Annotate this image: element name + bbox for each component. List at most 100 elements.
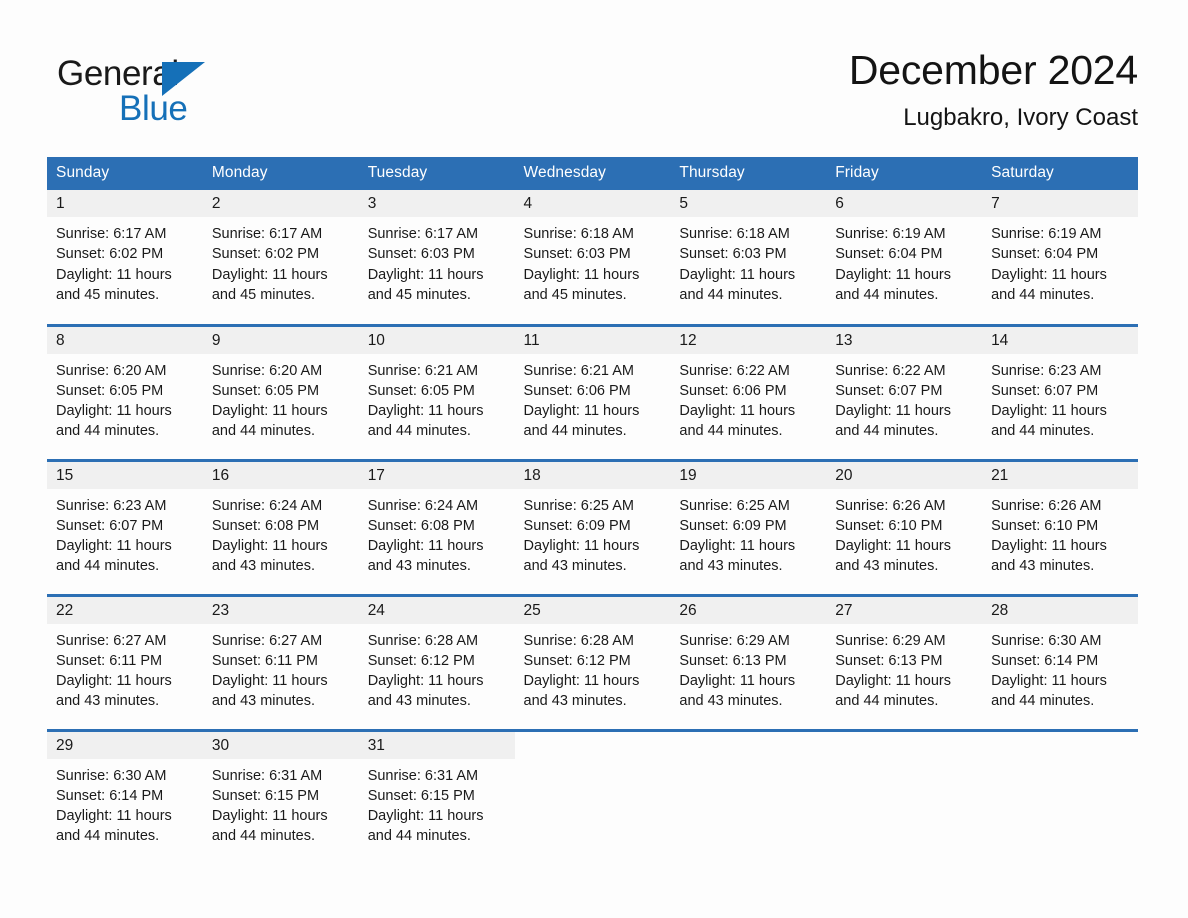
- calendar-day-cell[interactable]: 23 Sunrise: 6:27 AM Sunset: 6:11 PM Dayligh…: [202, 593, 359, 730]
- daylight-duration: Daylight: 11 hours and 44 minutes.: [835, 266, 952, 303]
- day-sun-info: Sunrise: 6:27 AM Sunset: 6:11 PM Daylight:…: [203, 624, 359, 712]
- day-number: 7: [982, 190, 1138, 217]
- calendar-day-cell[interactable]: 2 Sunrise: 6:17 AM Sunset: 6:02 PM Daylight…: [202, 190, 359, 325]
- day-number: 25: [514, 596, 671, 624]
- calendar-day-cell[interactable]: 16 Sunrise: 6:24 AM Sunset: 6:08 PM Dayligh…: [202, 458, 359, 595]
- sunrise-time: Sunrise: 6:17 AM: [211, 226, 323, 242]
- day-number: 26: [670, 596, 827, 624]
- weekday-header-monday: Monday: [202, 157, 359, 190]
- day-sun-info: Sunrise: 6:17 AM Sunset: 6:03 PM Daylight:…: [359, 217, 515, 305]
- sunset-time: Sunset: 6:07 PM: [991, 382, 1099, 399]
- calendar-day-cell[interactable]: 5 Sunrise: 6:18 AM Sunset: 6:03 PM Daylight…: [670, 190, 827, 325]
- day-number: 27: [826, 596, 983, 624]
- generalblue-logo[interactable]: General Blue: [57, 54, 317, 134]
- sunrise-time: Sunrise: 6:17 AM: [367, 226, 479, 242]
- sunrise-time: Sunrise: 6:24 AM: [211, 497, 323, 514]
- calendar-day-cell[interactable]: 30 Sunrise: 6:31 AM Sunset: 6:15 PM Dayligh…: [202, 728, 359, 865]
- sunset-time: Sunset: 6:07 PM: [56, 517, 164, 534]
- calendar-day-cell[interactable]: 1 Sunrise: 6:17 AM Sunset: 6:02 PM Daylight…: [47, 190, 203, 325]
- sunset-time: Sunset: 6:12 PM: [523, 652, 631, 669]
- day-sun-info: Sunrise: 6:18 AM Sunset: 6:03 PM Daylight:…: [670, 217, 826, 305]
- sunset-time: Sunset: 6:09 PM: [679, 517, 787, 534]
- calendar-day-cell[interactable]: 29 Sunrise: 6:30 AM Sunset: 6:14 PM Dayligh…: [47, 728, 203, 865]
- calendar-day-cell[interactable]: 7 Sunrise: 6:19 AM Sunset: 6:04 PM Daylight…: [982, 190, 1138, 325]
- day-sun-info: Sunrise: 6:28 AM Sunset: 6:12 PM Daylight:…: [515, 624, 671, 712]
- day-sun-info: Sunrise: 6:31 AM Sunset: 6:15 PM Daylight:…: [359, 759, 515, 847]
- sunrise-time: Sunrise: 6:27 AM: [211, 632, 323, 649]
- daylight-duration: Daylight: 11 hours and 44 minutes.: [679, 266, 796, 303]
- calendar-day-cell[interactable]: 21 Sunrise: 6:26 AM Sunset: 6:10 PM Dayligh…: [982, 458, 1138, 595]
- calendar-day-cell[interactable]: 12 Sunrise: 6:22 AM Sunset: 6:06 PM Dayligh…: [670, 323, 827, 460]
- calendar-day-cell[interactable]: 27 Sunrise: 6:29 AM Sunset: 6:13 PM Dayligh…: [826, 593, 983, 730]
- daylight-duration: Daylight: 11 hours and 44 minutes.: [991, 266, 1107, 303]
- daylight-duration: Daylight: 11 hours and 44 minutes.: [679, 403, 796, 440]
- weekday-header-sunday: Sunday: [47, 157, 203, 190]
- calendar-day-cell[interactable]: 13 Sunrise: 6:22 AM Sunset: 6:07 PM Dayligh…: [826, 323, 983, 460]
- sunset-time: Sunset: 6:14 PM: [56, 787, 164, 804]
- sunrise-time: Sunrise: 6:30 AM: [991, 632, 1102, 649]
- sunset-time: Sunset: 6:08 PM: [367, 517, 475, 534]
- day-sun-info: Sunrise: 6:23 AM Sunset: 6:07 PM Daylight:…: [982, 354, 1138, 442]
- sunset-time: Sunset: 6:07 PM: [835, 382, 943, 399]
- day-sun-info: Sunrise: 6:20 AM Sunset: 6:05 PM Daylight:…: [47, 354, 203, 442]
- calendar-day-cell[interactable]: 14 Sunrise: 6:23 AM Sunset: 6:07 PM Dayligh…: [982, 323, 1138, 460]
- calendar-day-cell[interactable]: 6 Sunrise: 6:19 AM Sunset: 6:04 PM Daylight…: [826, 190, 983, 325]
- calendar-day-cell[interactable]: 17 Sunrise: 6:24 AM Sunset: 6:08 PM Dayligh…: [358, 458, 515, 595]
- calendar-day-cell[interactable]: 19 Sunrise: 6:25 AM Sunset: 6:09 PM Dayligh…: [670, 458, 827, 595]
- calendar-day-cell[interactable]: 8 Sunrise: 6:20 AM Sunset: 6:05 PM Daylight…: [47, 323, 203, 460]
- sunset-time: Sunset: 6:06 PM: [523, 382, 631, 399]
- calendar-day-cell[interactable]: 24 Sunrise: 6:28 AM Sunset: 6:12 PM Dayligh…: [358, 593, 515, 730]
- daylight-duration: Daylight: 11 hours and 43 minutes.: [56, 673, 172, 710]
- sunrise-time: Sunrise: 6:30 AM: [56, 767, 167, 784]
- daylight-duration: Daylight: 11 hours and 44 minutes.: [835, 403, 952, 440]
- sunset-time: Sunset: 6:05 PM: [56, 382, 164, 399]
- calendar-day-cell[interactable]: 18 Sunrise: 6:25 AM Sunset: 6:09 PM Dayligh…: [514, 458, 671, 595]
- sunset-time: Sunset: 6:02 PM: [211, 246, 320, 263]
- day-number: 6: [826, 190, 983, 217]
- location-subtitle: Lugbakro, Ivory Coast: [903, 104, 1138, 131]
- day-number: [826, 785, 982, 812]
- day-sun-info: Sunrise: 6:23 AM Sunset: 6:07 PM Daylight:…: [47, 489, 203, 577]
- calendar-day-cell[interactable]: 15 Sunrise: 6:23 AM Sunset: 6:07 PM Dayligh…: [47, 458, 203, 595]
- calendar-day-cell[interactable]: 26 Sunrise: 6:29 AM Sunset: 6:13 PM Dayligh…: [670, 593, 827, 730]
- day-sun-info: Sunrise: 6:29 AM Sunset: 6:13 PM Daylight:…: [826, 624, 982, 712]
- sunset-time: Sunset: 6:13 PM: [679, 652, 787, 669]
- day-sun-info: Sunrise: 6:31 AM Sunset: 6:15 PM Daylight:…: [203, 759, 359, 847]
- sunrise-time: Sunrise: 6:29 AM: [679, 632, 790, 649]
- day-sun-info: Sunrise: 6:17 AM Sunset: 6:02 PM Daylight:…: [203, 217, 359, 305]
- daylight-duration: Daylight: 11 hours and 44 minutes.: [835, 673, 952, 710]
- weekday-header-friday: Friday: [826, 157, 983, 190]
- calendar-day-cell[interactable]: 11 Sunrise: 6:21 AM Sunset: 6:06 PM Dayligh…: [514, 323, 671, 460]
- calendar-day-cell[interactable]: 9 Sunrise: 6:20 AM Sunset: 6:05 PM Daylight…: [202, 323, 359, 460]
- calendar-empty-cell: [514, 728, 671, 865]
- calendar-table: Sunday Monday Tuesday Wednesday Thursday Frid…: [47, 157, 1138, 865]
- day-number: 1: [47, 190, 203, 217]
- sunrise-time: Sunrise: 6:18 AM: [679, 226, 790, 242]
- day-number: 10: [358, 326, 515, 354]
- calendar-day-cell[interactable]: 25 Sunrise: 6:28 AM Sunset: 6:12 PM Dayligh…: [514, 593, 671, 730]
- calendar-day-cell[interactable]: 28 Sunrise: 6:30 AM Sunset: 6:14 PM Dayligh…: [982, 593, 1138, 730]
- calendar-empty-cell: [826, 728, 983, 865]
- calendar-day-cell[interactable]: 10 Sunrise: 6:21 AM Sunset: 6:05 PM Dayligh…: [358, 323, 515, 460]
- calendar-day-cell[interactable]: 22 Sunrise: 6:27 AM Sunset: 6:11 PM Dayligh…: [47, 593, 203, 730]
- sunset-time: Sunset: 6:05 PM: [211, 382, 320, 399]
- weekday-header-thursday: Thursday: [670, 157, 827, 190]
- day-number: 11: [514, 326, 671, 354]
- sunrise-time: Sunrise: 6:26 AM: [835, 497, 946, 514]
- daylight-duration: Daylight: 11 hours and 43 minutes.: [679, 538, 796, 575]
- day-sun-info: Sunrise: 6:29 AM Sunset: 6:13 PM Daylight:…: [670, 624, 826, 712]
- calendar-empty-cell: [670, 728, 827, 865]
- calendar-day-cell[interactable]: 4 Sunrise: 6:18 AM Sunset: 6:03 PM Daylight…: [514, 190, 671, 325]
- day-sun-info: Sunrise: 6:25 AM Sunset: 6:09 PM Daylight:…: [670, 489, 826, 577]
- day-sun-info: Sunrise: 6:25 AM Sunset: 6:09 PM Daylight:…: [515, 489, 671, 577]
- calendar-day-cell[interactable]: 20 Sunrise: 6:26 AM Sunset: 6:10 PM Dayligh…: [826, 458, 983, 595]
- day-number: 14: [982, 326, 1138, 354]
- calendar-day-cell[interactable]: 3 Sunrise: 6:17 AM Sunset: 6:03 PM Daylight…: [358, 190, 515, 325]
- daylight-duration: Daylight: 11 hours and 43 minutes.: [523, 538, 640, 575]
- sunset-time: Sunset: 6:10 PM: [835, 517, 943, 534]
- calendar-day-cell[interactable]: 31 Sunrise: 6:31 AM Sunset: 6:15 PM Dayligh…: [358, 728, 515, 865]
- day-sun-info: Sunrise: 6:17 AM Sunset: 6:02 PM Daylight:…: [47, 217, 203, 305]
- day-sun-info: Sunrise: 6:30 AM Sunset: 6:14 PM Daylight:…: [982, 624, 1138, 712]
- calendar-container: Sunday Monday Tuesday Wednesday Thursday Frid…: [47, 157, 1138, 865]
- sunrise-time: Sunrise: 6:24 AM: [367, 497, 479, 514]
